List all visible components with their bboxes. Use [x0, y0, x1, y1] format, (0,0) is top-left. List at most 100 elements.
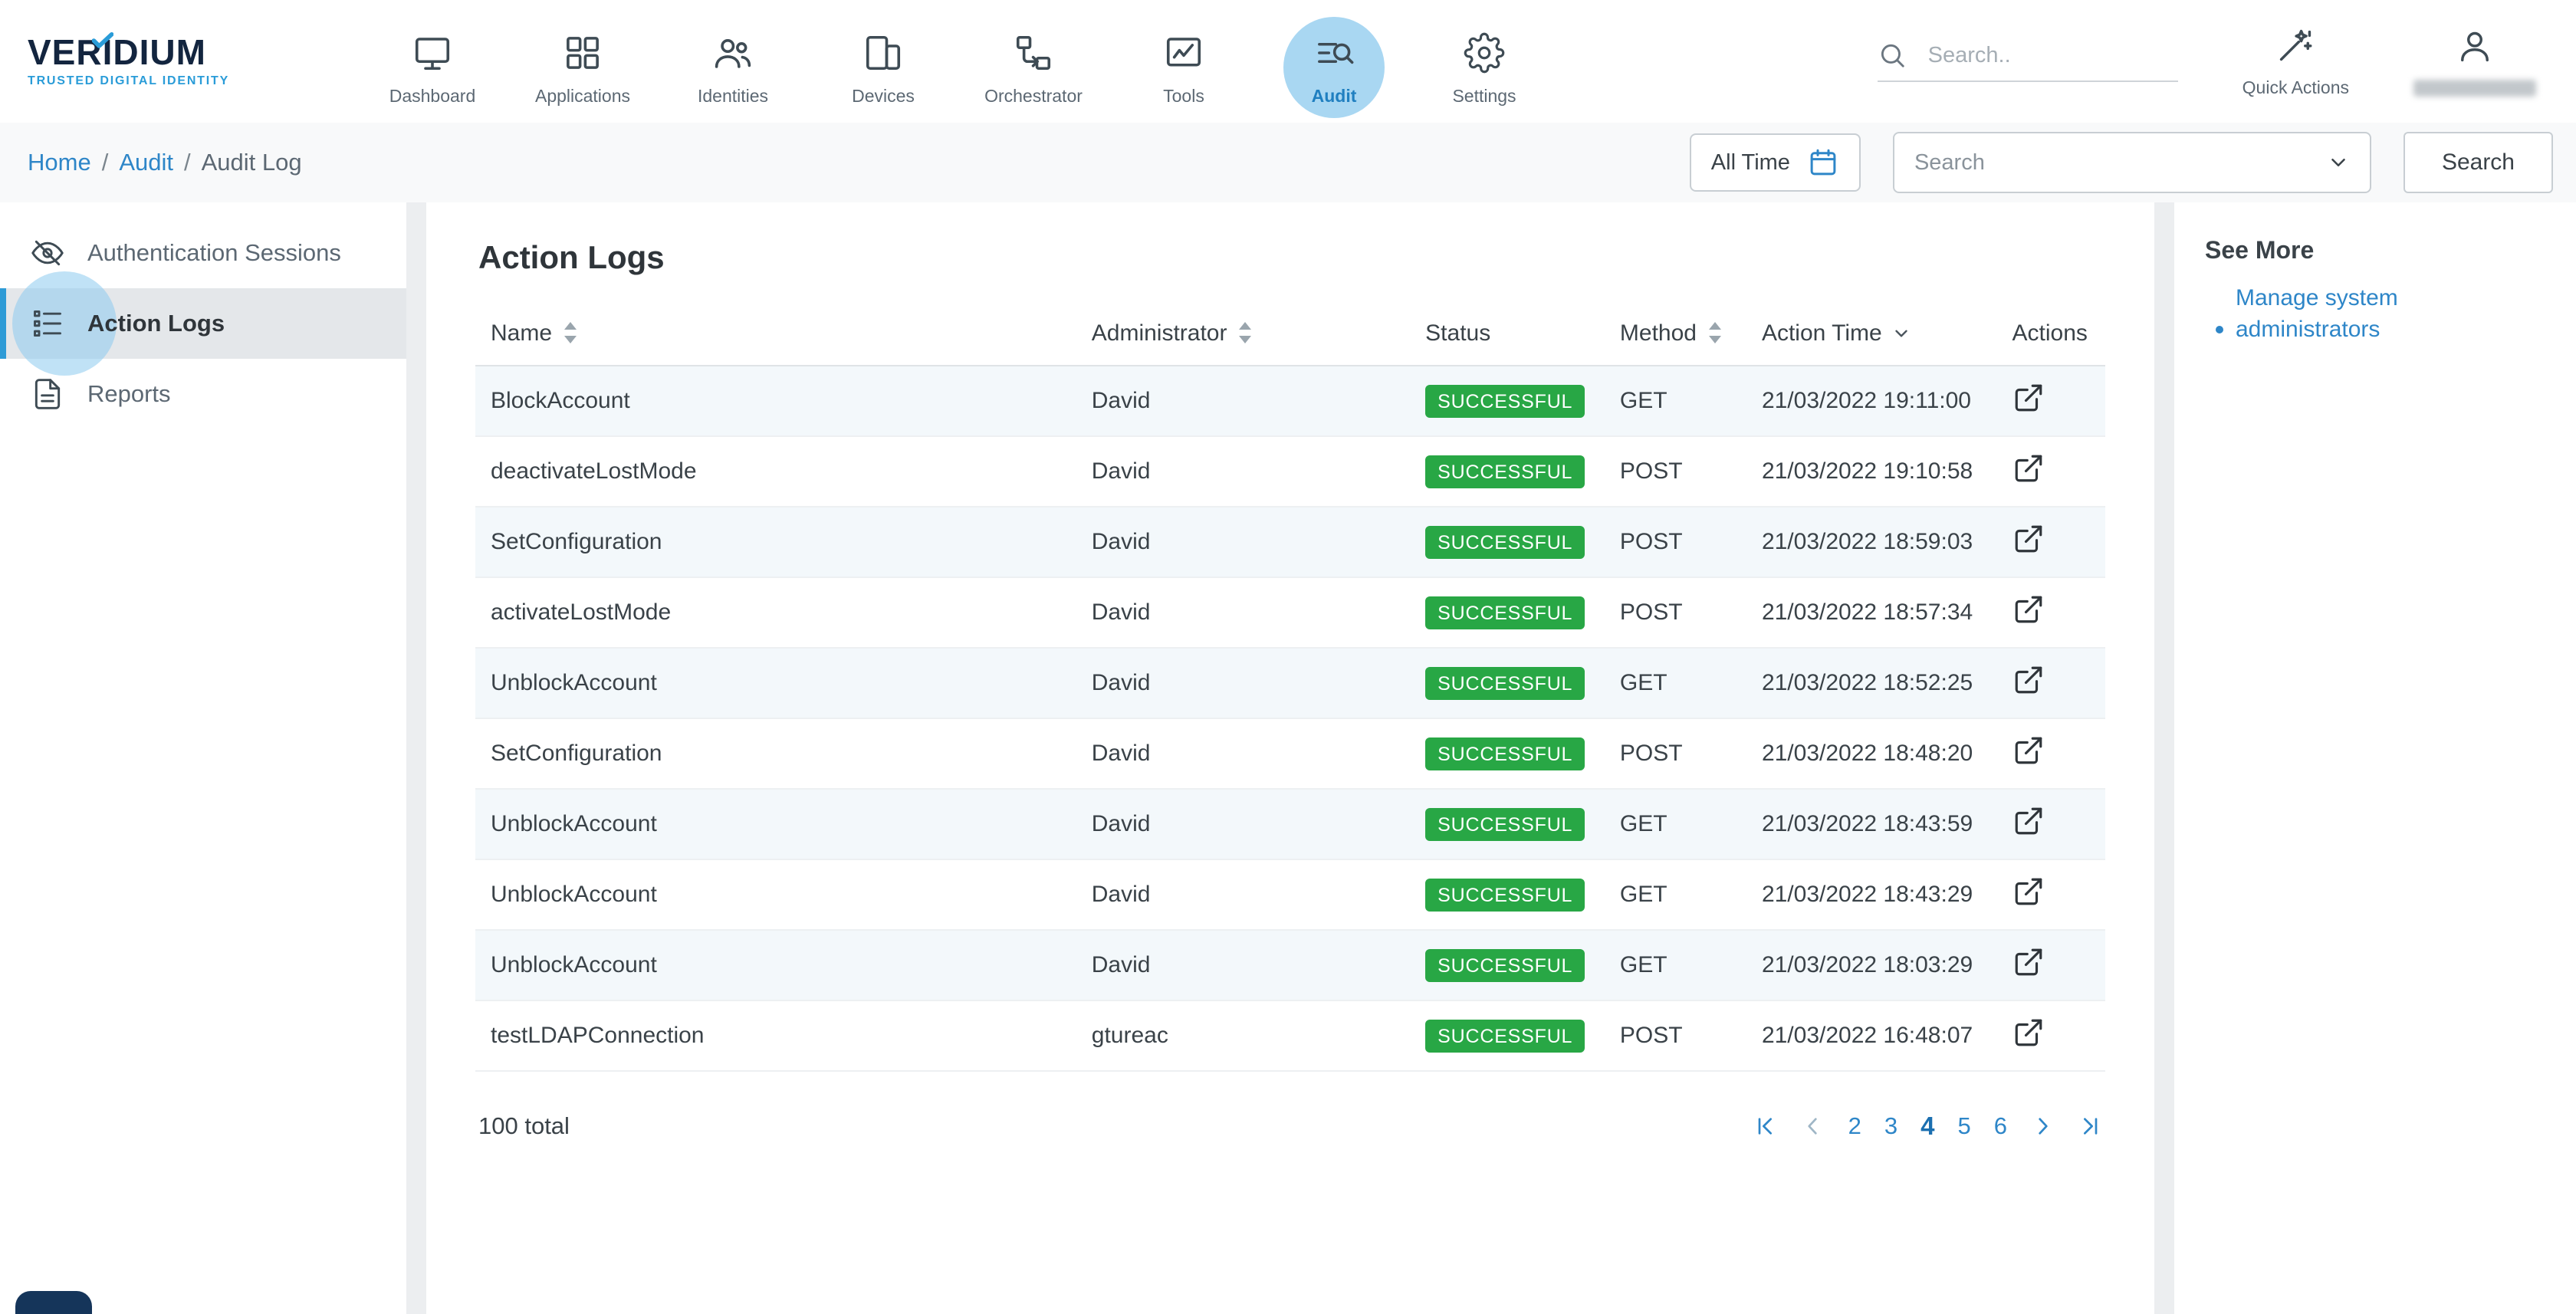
user-menu[interactable] [2413, 26, 2536, 97]
global-search-input[interactable] [1925, 41, 2155, 70]
cell-actions [1997, 789, 2106, 859]
cell-actions [1997, 718, 2106, 789]
cell-administrator: David [1076, 507, 1410, 577]
audit-icon [1313, 32, 1355, 74]
cell-method: GET [1605, 366, 1746, 436]
cell-action-time: 21/03/2022 18:59:03 [1746, 507, 1997, 577]
nav-item-dashboard[interactable]: Dashboard [362, 17, 503, 107]
status-badge: SUCCESSFUL [1425, 1020, 1585, 1053]
nav-item-orchestrator[interactable]: Orchestrator [963, 17, 1104, 107]
sort-both-icon [1707, 322, 1723, 343]
breadcrumb-link-audit[interactable]: Audit [119, 149, 173, 176]
table-row: UnblockAccount David SUCCESSFUL GET 21/0… [475, 789, 2105, 859]
table-row: testLDAPConnection gtureac SUCCESSFUL PO… [475, 1000, 2105, 1071]
column-header-action-time[interactable]: Action Time [1746, 307, 1997, 366]
nav-item-settings[interactable]: Settings [1414, 17, 1555, 107]
external-link-icon[interactable] [2013, 593, 2045, 626]
column-header-administrator[interactable]: Administrator [1076, 307, 1410, 366]
status-badge: SUCCESSFUL [1425, 596, 1585, 629]
cell-name: deactivateLostMode [475, 436, 1076, 507]
page-number-3[interactable]: 3 [1884, 1112, 1898, 1140]
cell-action-time: 21/03/2022 19:10:58 [1746, 436, 1997, 507]
cell-administrator: David [1076, 718, 1410, 789]
cell-actions [1997, 859, 2106, 930]
last-page-button[interactable] [2078, 1114, 2102, 1138]
table-row: activateLostMode David SUCCESSFUL POST 2… [475, 577, 2105, 648]
external-link-icon[interactable] [2013, 664, 2045, 696]
status-badge: SUCCESSFUL [1425, 737, 1585, 770]
reports-icon [31, 377, 64, 411]
time-range-label: All Time [1711, 150, 1790, 176]
external-link-icon[interactable] [2013, 875, 2045, 908]
table-row: deactivateLostMode David SUCCESSFUL POST… [475, 436, 2105, 507]
cell-administrator: gtureac [1076, 1000, 1410, 1071]
sidebar-item-action-logs[interactable]: Action Logs [0, 288, 406, 359]
status-badge: SUCCESSFUL [1425, 949, 1585, 982]
global-search [1878, 41, 2178, 82]
breadcrumb: Home/Audit/Audit Log [28, 149, 302, 176]
cell-action-time: 21/03/2022 16:48:07 [1746, 1000, 1997, 1071]
cell-administrator: David [1076, 436, 1410, 507]
sort-both-icon [563, 322, 578, 343]
page-number-6[interactable]: 6 [1994, 1112, 2007, 1140]
calendar-icon [1807, 146, 1839, 179]
see-more-panel: See More Manage system administrators [2174, 202, 2576, 1314]
cell-name: SetConfiguration [475, 718, 1076, 789]
nav-item-identities[interactable]: Identities [662, 17, 803, 107]
external-link-icon[interactable] [2013, 1017, 2045, 1049]
page-number-5[interactable]: 5 [1958, 1112, 1971, 1140]
cell-name: activateLostMode [475, 577, 1076, 648]
external-link-icon[interactable] [2013, 382, 2045, 414]
nav-item-audit[interactable]: Audit [1263, 17, 1405, 107]
nav-item-devices[interactable]: Devices [813, 17, 954, 107]
search-filter-dropdown[interactable]: Search [1893, 132, 2371, 193]
cell-actions [1997, 507, 2106, 577]
time-range-button[interactable]: All Time [1690, 133, 1861, 192]
cell-status: SUCCESSFUL [1410, 648, 1605, 718]
external-link-icon[interactable] [2013, 523, 2045, 555]
devices-icon [863, 32, 904, 74]
chat-widget-button[interactable] [15, 1291, 92, 1314]
external-link-icon[interactable] [2013, 452, 2045, 485]
sidebar-item-reports[interactable]: Reports [0, 359, 406, 429]
pagination: 23456 [1753, 1112, 2102, 1141]
nav-item-applications[interactable]: Applications [512, 17, 653, 107]
external-link-icon[interactable] [2013, 734, 2045, 767]
page-number-4[interactable]: 4 [1921, 1112, 1934, 1141]
app-header: VERIDIUM TRUSTED DIGITAL IDENTITY Dashbo… [0, 0, 2576, 123]
nav-item-tools[interactable]: Tools [1113, 17, 1254, 107]
dashboard-icon [412, 32, 453, 74]
page-number-2[interactable]: 2 [1848, 1112, 1861, 1140]
cell-method: GET [1605, 648, 1746, 718]
action-logs-icon [31, 307, 64, 340]
quick-actions-button[interactable]: Quick Actions [2242, 25, 2349, 98]
table-row: SetConfiguration David SUCCESSFUL POST 2… [475, 718, 2105, 789]
sort-both-icon [1237, 322, 1253, 343]
breadcrumb-current: Audit Log [202, 149, 302, 176]
first-page-button[interactable] [1753, 1114, 1778, 1138]
page: VERIDIUM TRUSTED DIGITAL IDENTITY Dashbo… [0, 0, 2576, 1314]
external-link-icon[interactable] [2013, 946, 2045, 978]
previous-page-button[interactable] [1801, 1114, 1825, 1138]
breadcrumb-separator: / [102, 149, 109, 176]
main-panel: Action Logs NameAdministratorStatusMetho… [426, 202, 2154, 1314]
status-badge: SUCCESSFUL [1425, 879, 1585, 912]
status-badge: SUCCESSFUL [1425, 385, 1585, 418]
search-button[interactable]: Search [2404, 132, 2553, 193]
column-header-name[interactable]: Name [475, 307, 1076, 366]
external-link-icon[interactable] [2013, 805, 2045, 837]
cell-method: POST [1605, 577, 1746, 648]
cell-administrator: David [1076, 366, 1410, 436]
settings-icon [1464, 32, 1505, 74]
cell-status: SUCCESSFUL [1410, 366, 1605, 436]
cell-action-time: 21/03/2022 18:43:29 [1746, 859, 1997, 930]
manage-administrators-link[interactable]: Manage system administrators [2236, 283, 2466, 345]
table-row: UnblockAccount David SUCCESSFUL GET 21/0… [475, 859, 2105, 930]
status-badge: SUCCESSFUL [1425, 455, 1585, 488]
cell-action-time: 21/03/2022 18:43:59 [1746, 789, 1997, 859]
next-page-button[interactable] [2030, 1114, 2055, 1138]
breadcrumb-link-home[interactable]: Home [28, 149, 91, 176]
column-header-method[interactable]: Method [1605, 307, 1746, 366]
cell-status: SUCCESSFUL [1410, 789, 1605, 859]
table-row: BlockAccount David SUCCESSFUL GET 21/03/… [475, 366, 2105, 436]
